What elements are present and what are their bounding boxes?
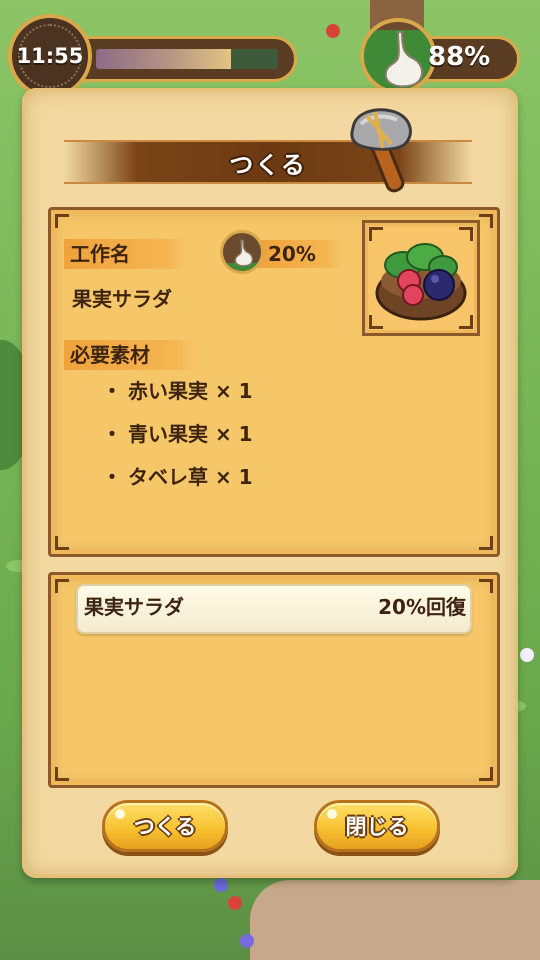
stomach-shape xyxy=(234,239,254,267)
blue-flower xyxy=(214,878,228,892)
blue-flower xyxy=(240,934,254,948)
time-progress-fill xyxy=(96,49,231,69)
craft-button[interactable]: つくる xyxy=(102,800,228,852)
material-text: タベレ草 × 1 xyxy=(128,465,253,489)
craft-button-label: つくる xyxy=(133,815,197,839)
stomach-icon xyxy=(220,230,264,274)
item-image-frame xyxy=(362,220,480,336)
stomach-shape xyxy=(384,31,423,88)
materials-label: 必要素材 xyxy=(64,340,196,370)
stone-axe-icon xyxy=(350,108,412,193)
red-flower xyxy=(326,24,340,38)
time-progress-bar xyxy=(96,49,278,69)
close-button-label: 閉じる xyxy=(345,815,409,839)
stomach-icon xyxy=(360,18,436,94)
material-item: ・赤い果実 × 1 xyxy=(102,379,253,403)
result-effect: 20%回復 xyxy=(378,595,466,619)
material-item: ・タベレ草 × 1 xyxy=(102,465,253,489)
result-name: 果実サラダ xyxy=(84,595,184,619)
white-flower xyxy=(520,648,534,662)
item-name: 果実サラダ xyxy=(72,287,172,311)
hunger-percent: 88% xyxy=(428,42,491,72)
material-text: 赤い果実 × 1 xyxy=(128,379,253,403)
recovery-percent: 20% xyxy=(268,242,316,266)
material-item: ・青い果実 × 1 xyxy=(102,422,253,446)
craft-name-label: 工作名 xyxy=(64,239,188,269)
clock-time: 11:55 xyxy=(16,44,84,68)
dirt-path xyxy=(250,880,540,960)
clock-icon: 11:55 xyxy=(8,14,92,98)
red-flower xyxy=(228,896,242,910)
close-button[interactable]: 閉じる xyxy=(314,800,440,852)
materials-list: ・赤い果実 × 1 ・青い果実 × 1 ・タベレ草 × 1 xyxy=(102,372,253,501)
material-text: 青い果実 × 1 xyxy=(128,422,253,446)
